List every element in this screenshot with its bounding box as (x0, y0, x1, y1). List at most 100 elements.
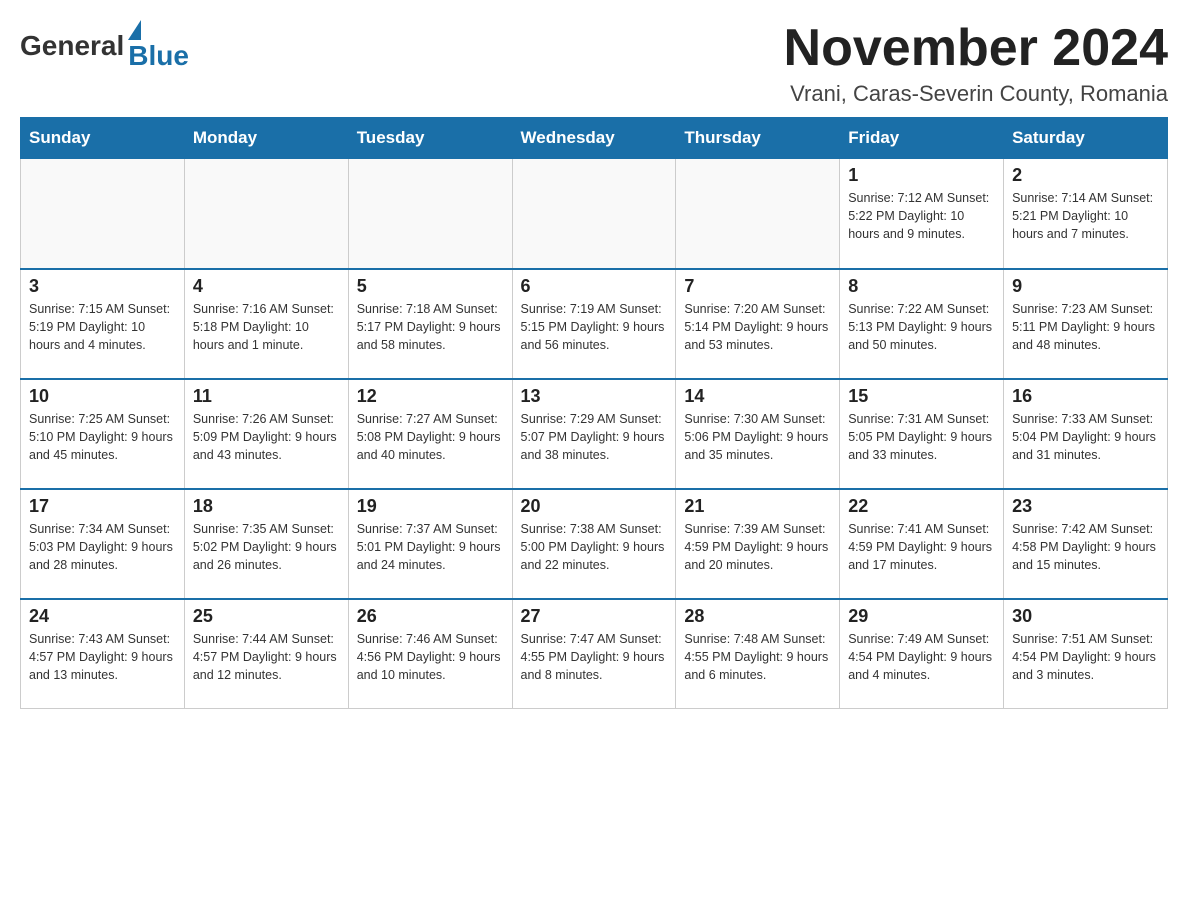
day-info: Sunrise: 7:43 AM Sunset: 4:57 PM Dayligh… (29, 630, 176, 684)
day-number: 25 (193, 606, 340, 627)
col-sunday: Sunday (21, 118, 185, 159)
calendar-cell (184, 159, 348, 269)
col-friday: Friday (840, 118, 1004, 159)
calendar-cell: 26Sunrise: 7:46 AM Sunset: 4:56 PM Dayli… (348, 599, 512, 709)
day-info: Sunrise: 7:39 AM Sunset: 4:59 PM Dayligh… (684, 520, 831, 574)
day-info: Sunrise: 7:27 AM Sunset: 5:08 PM Dayligh… (357, 410, 504, 464)
day-number: 11 (193, 386, 340, 407)
calendar-cell: 28 Sunrise: 7:48 AM Sunset: 4:55 PM Dayli… (676, 599, 840, 709)
calendar-cell: 20Sunrise: 7:38 AM Sunset: 5:00 PM Dayli… (512, 489, 676, 599)
day-number: 20 (521, 496, 668, 517)
day-number: 21 (684, 496, 831, 517)
day-number: 12 (357, 386, 504, 407)
day-info: Sunrise: 7:49 AM Sunset: 4:54 PM Dayligh… (848, 630, 995, 684)
day-info: Sunrise: 7:12 AM Sunset: 5:22 PM Dayligh… (848, 189, 995, 243)
day-number: 8 (848, 276, 995, 297)
calendar-cell: 14 Sunrise: 7:30 AM Sunset: 5:06 PM Dayli… (676, 379, 840, 489)
day-info: Sunrise: 7:44 AM Sunset: 4:57 PM Dayligh… (193, 630, 340, 684)
day-number: 16 (1012, 386, 1159, 407)
calendar-cell: 30 Sunrise: 7:51 AM Sunset: 4:54 PM Dayli… (1004, 599, 1168, 709)
day-info: Sunrise: 7:42 AM Sunset: 4:58 PM Dayligh… (1012, 520, 1159, 574)
day-number: 14 (684, 386, 831, 407)
col-monday: Monday (184, 118, 348, 159)
calendar-cell: 9Sunrise: 7:23 AM Sunset: 5:11 PM Daylig… (1004, 269, 1168, 379)
calendar-row-2: 10 Sunrise: 7:25 AM Sunset: 5:10 PM Dayli… (21, 379, 1168, 489)
day-number: 13 (521, 386, 668, 407)
calendar-cell: 25 Sunrise: 7:44 AM Sunset: 4:57 PM Dayli… (184, 599, 348, 709)
day-info: Sunrise: 7:16 AM Sunset: 5:18 PM Dayligh… (193, 300, 340, 354)
calendar-cell: 19 Sunrise: 7:37 AM Sunset: 5:01 PM Dayli… (348, 489, 512, 599)
day-number: 10 (29, 386, 176, 407)
day-number: 27 (521, 606, 668, 627)
day-number: 4 (193, 276, 340, 297)
col-wednesday: Wednesday (512, 118, 676, 159)
day-info: Sunrise: 7:31 AM Sunset: 5:05 PM Dayligh… (848, 410, 995, 464)
day-info: Sunrise: 7:47 AM Sunset: 4:55 PM Dayligh… (521, 630, 668, 684)
day-number: 28 (684, 606, 831, 627)
day-info: Sunrise: 7:20 AM Sunset: 5:14 PM Dayligh… (684, 300, 831, 354)
day-number: 24 (29, 606, 176, 627)
calendar-cell (21, 159, 185, 269)
calendar-row-3: 17 Sunrise: 7:34 AM Sunset: 5:03 PM Dayli… (21, 489, 1168, 599)
calendar-table: Sunday Monday Tuesday Wednesday Thursday… (20, 117, 1168, 709)
calendar-cell: 8 Sunrise: 7:22 AM Sunset: 5:13 PM Daylig… (840, 269, 1004, 379)
day-info: Sunrise: 7:25 AM Sunset: 5:10 PM Dayligh… (29, 410, 176, 464)
day-info: Sunrise: 7:26 AM Sunset: 5:09 PM Dayligh… (193, 410, 340, 464)
calendar-cell: 24 Sunrise: 7:43 AM Sunset: 4:57 PM Dayli… (21, 599, 185, 709)
logo: General Blue (20, 20, 189, 72)
calendar-cell: 21 Sunrise: 7:39 AM Sunset: 4:59 PM Dayli… (676, 489, 840, 599)
page-header: General Blue November 2024 Vrani, Caras-… (20, 20, 1168, 107)
calendar-cell: 16 Sunrise: 7:33 AM Sunset: 5:04 PM Dayli… (1004, 379, 1168, 489)
col-thursday: Thursday (676, 118, 840, 159)
calendar-row-1: 3Sunrise: 7:15 AM Sunset: 5:19 PM Daylig… (21, 269, 1168, 379)
day-info: Sunrise: 7:33 AM Sunset: 5:04 PM Dayligh… (1012, 410, 1159, 464)
day-number: 5 (357, 276, 504, 297)
day-info: Sunrise: 7:34 AM Sunset: 5:03 PM Dayligh… (29, 520, 176, 574)
day-info: Sunrise: 7:48 AM Sunset: 4:55 PM Dayligh… (684, 630, 831, 684)
calendar-cell (676, 159, 840, 269)
location-subtitle: Vrani, Caras-Severin County, Romania (784, 81, 1168, 107)
day-number: 3 (29, 276, 176, 297)
day-number: 7 (684, 276, 831, 297)
calendar-row-4: 24 Sunrise: 7:43 AM Sunset: 4:57 PM Dayli… (21, 599, 1168, 709)
day-info: Sunrise: 7:35 AM Sunset: 5:02 PM Dayligh… (193, 520, 340, 574)
calendar-cell: 12 Sunrise: 7:27 AM Sunset: 5:08 PM Dayli… (348, 379, 512, 489)
calendar-cell: 29Sunrise: 7:49 AM Sunset: 4:54 PM Dayli… (840, 599, 1004, 709)
calendar-cell: 6 Sunrise: 7:19 AM Sunset: 5:15 PM Daylig… (512, 269, 676, 379)
calendar-cell: 13 Sunrise: 7:29 AM Sunset: 5:07 PM Dayli… (512, 379, 676, 489)
calendar-cell: 22Sunrise: 7:41 AM Sunset: 4:59 PM Dayli… (840, 489, 1004, 599)
day-number: 19 (357, 496, 504, 517)
calendar-cell (512, 159, 676, 269)
calendar-row-0: 1Sunrise: 7:12 AM Sunset: 5:22 PM Daylig… (21, 159, 1168, 269)
calendar-cell: 10 Sunrise: 7:25 AM Sunset: 5:10 PM Dayli… (21, 379, 185, 489)
day-info: Sunrise: 7:30 AM Sunset: 5:06 PM Dayligh… (684, 410, 831, 464)
calendar-cell: 1Sunrise: 7:12 AM Sunset: 5:22 PM Daylig… (840, 159, 1004, 269)
col-tuesday: Tuesday (348, 118, 512, 159)
calendar-cell: 17 Sunrise: 7:34 AM Sunset: 5:03 PM Dayli… (21, 489, 185, 599)
day-info: Sunrise: 7:41 AM Sunset: 4:59 PM Dayligh… (848, 520, 995, 574)
calendar-cell (348, 159, 512, 269)
day-info: Sunrise: 7:23 AM Sunset: 5:11 PM Dayligh… (1012, 300, 1159, 354)
day-info: Sunrise: 7:19 AM Sunset: 5:15 PM Dayligh… (521, 300, 668, 354)
day-info: Sunrise: 7:29 AM Sunset: 5:07 PM Dayligh… (521, 410, 668, 464)
day-info: Sunrise: 7:22 AM Sunset: 5:13 PM Dayligh… (848, 300, 995, 354)
day-number: 23 (1012, 496, 1159, 517)
logo-blue-text: Blue (128, 40, 189, 72)
calendar-cell: 15 Sunrise: 7:31 AM Sunset: 5:05 PM Dayli… (840, 379, 1004, 489)
day-number: 2 (1012, 165, 1159, 186)
day-info: Sunrise: 7:37 AM Sunset: 5:01 PM Dayligh… (357, 520, 504, 574)
calendar-cell: 3Sunrise: 7:15 AM Sunset: 5:19 PM Daylig… (21, 269, 185, 379)
calendar-cell: 5 Sunrise: 7:18 AM Sunset: 5:17 PM Daylig… (348, 269, 512, 379)
calendar-cell: 2Sunrise: 7:14 AM Sunset: 5:21 PM Daylig… (1004, 159, 1168, 269)
calendar-cell: 4 Sunrise: 7:16 AM Sunset: 5:18 PM Daylig… (184, 269, 348, 379)
day-number: 18 (193, 496, 340, 517)
day-number: 30 (1012, 606, 1159, 627)
day-number: 17 (29, 496, 176, 517)
day-info: Sunrise: 7:18 AM Sunset: 5:17 PM Dayligh… (357, 300, 504, 354)
day-number: 6 (521, 276, 668, 297)
day-number: 15 (848, 386, 995, 407)
logo-arrow-icon (128, 20, 141, 40)
day-info: Sunrise: 7:51 AM Sunset: 4:54 PM Dayligh… (1012, 630, 1159, 684)
calendar-header-row: Sunday Monday Tuesday Wednesday Thursday… (21, 118, 1168, 159)
calendar-cell: 7 Sunrise: 7:20 AM Sunset: 5:14 PM Daylig… (676, 269, 840, 379)
